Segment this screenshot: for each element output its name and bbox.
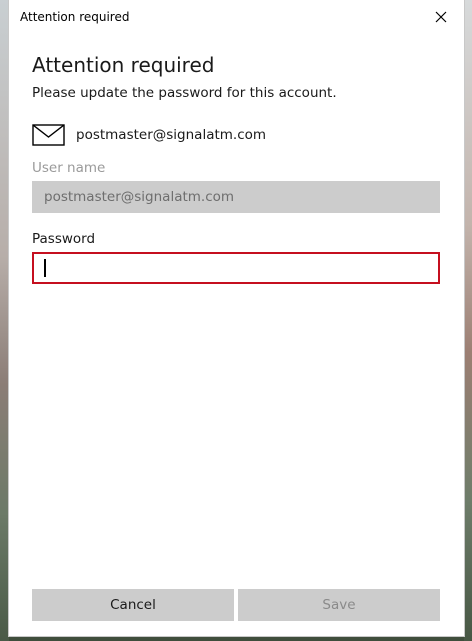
cancel-button[interactable]: Cancel	[32, 589, 234, 621]
password-label: Password	[32, 231, 96, 247]
page-title: Attention required	[32, 53, 215, 77]
mail-icon	[32, 124, 65, 146]
save-button[interactable]: Save	[238, 589, 440, 621]
account-row: postmaster@signalatm.com	[32, 123, 266, 147]
desktop-background-left	[0, 0, 9, 641]
close-button[interactable]	[421, 2, 461, 32]
account-email: postmaster@signalatm.com	[76, 127, 267, 143]
username-field: postmaster@signalatm.com	[32, 181, 440, 213]
text-caret	[44, 259, 46, 277]
instruction-text: Please update the password for this acco…	[32, 85, 337, 101]
close-icon	[435, 11, 447, 23]
desktop-background-right	[464, 0, 472, 641]
attention-dialog: Attention required Attention required Pl…	[9, 0, 464, 636]
username-label: User name	[32, 160, 106, 176]
title-bar: Attention required	[9, 0, 464, 34]
username-value: postmaster@signalatm.com	[44, 189, 235, 205]
window-title: Attention required	[20, 10, 130, 24]
password-field[interactable]	[32, 252, 440, 284]
